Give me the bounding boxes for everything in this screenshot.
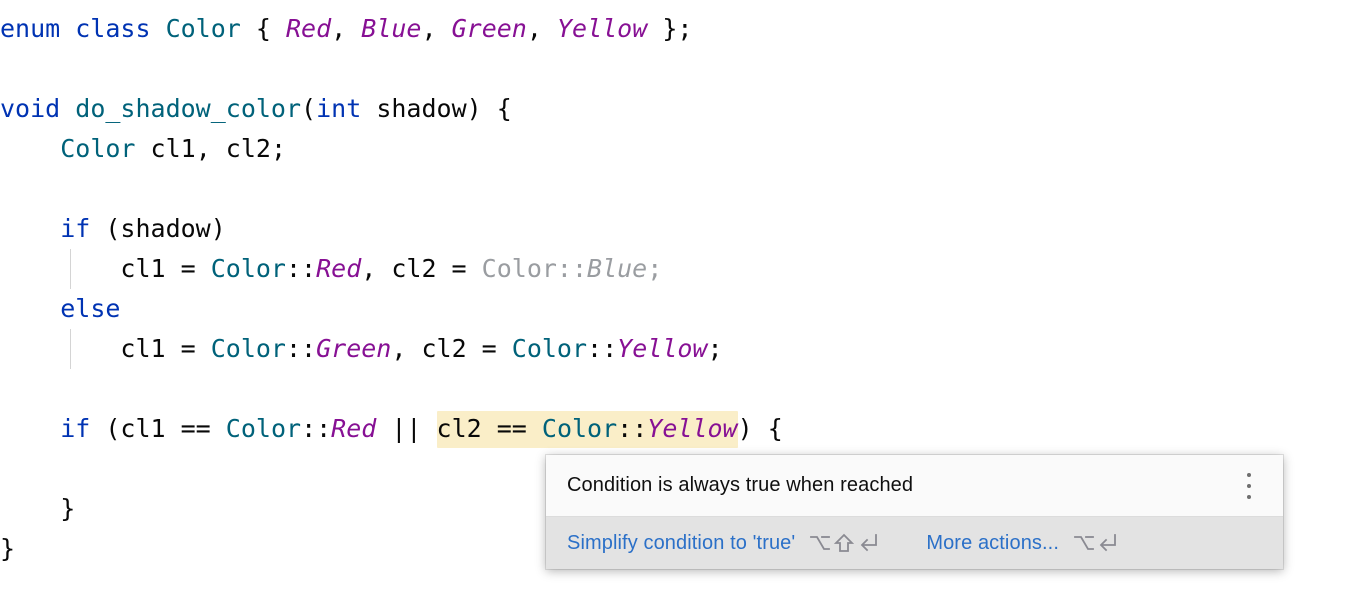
token-enum-blue: Blue — [361, 14, 422, 43]
token-keyword: enum class — [0, 14, 166, 43]
token-plain: (shadow) — [90, 214, 226, 243]
action-more-actions-shortcut — [1073, 532, 1118, 554]
token-type: Color — [541, 414, 618, 443]
token-scope-operator: :: — [285, 334, 317, 363]
inspection-highlight-range[interactable]: cl2 == Color::Yellow — [436, 411, 738, 448]
action-simplify-condition-label: Simplify condition to 'true' — [567, 531, 796, 554]
action-more-actions[interactable]: More actions... — [926, 532, 1118, 555]
token-enum-red: Red — [286, 14, 332, 43]
action-simplify-condition[interactable]: Simplify condition to 'true' — [567, 532, 879, 555]
token-function-name: do_shadow_color — [75, 94, 302, 123]
inspection-message: Condition is always true when reached — [567, 474, 914, 496]
shift-key-icon — [834, 533, 855, 552]
token-keyword-int: int — [316, 94, 362, 123]
token-scope-operator: :: — [587, 334, 618, 363]
token-dimmed-plain: ; — [647, 254, 663, 283]
token-plain: , cl2 = — [391, 334, 512, 363]
code-line-6[interactable]: if (shadow) — [0, 209, 226, 249]
more-options-vertical-icon[interactable] — [1239, 471, 1259, 501]
code-line-11[interactable]: if (cl1 == Color::Red || cl2 == Color::Y… — [0, 409, 783, 449]
token-plain: }; — [647, 14, 693, 43]
token-type: Color — [210, 254, 286, 283]
inspection-popup-actions: Simplify condition to 'true' More action… — [546, 517, 1283, 569]
token-plain: cl1, cl2; — [135, 134, 286, 163]
token-type: Color — [60, 134, 136, 163]
token-dimmed-enum-blue: Blue — [587, 254, 648, 283]
token-type: Color — [511, 334, 588, 363]
token-scope-operator: :: — [301, 414, 332, 443]
code-line-4[interactable]: Color cl1, cl2; — [0, 129, 286, 169]
token-enum-green: Green — [316, 334, 392, 363]
token-keyword-void: void — [0, 94, 76, 123]
token-enum-green: Green — [451, 14, 527, 43]
option-key-icon — [1074, 536, 1094, 550]
action-more-actions-label: More actions... — [926, 531, 1059, 554]
kebab-dot — [1247, 483, 1251, 488]
token-enum-red: Red — [316, 254, 362, 283]
token-plain: , cl2 = — [361, 254, 482, 283]
token-plain: (cl1 == — [90, 414, 226, 443]
code-line-1[interactable]: enum class Color { Red, Blue, Green, Yel… — [0, 9, 692, 49]
token-closing-brace-outer: } — [0, 534, 16, 563]
token-type: Color — [165, 14, 241, 43]
enter-key-icon — [861, 534, 878, 552]
token-logical-or: || — [376, 414, 437, 443]
kebab-dot — [1247, 494, 1251, 499]
action-simplify-condition-shortcut — [809, 532, 879, 554]
token-plain: , — [526, 14, 557, 43]
token-plain: shadow) { — [361, 94, 512, 123]
token-keyword-if: if — [60, 214, 91, 243]
token-plain: ) { — [737, 414, 783, 443]
token-plain: , — [331, 14, 362, 43]
token-closing-brace-inner: } — [0, 494, 76, 523]
token-plain: cl1 = — [0, 254, 211, 283]
token-enum-yellow: Yellow — [556, 14, 648, 43]
token-scope-operator: :: — [285, 254, 317, 283]
kebab-dot — [1247, 472, 1251, 477]
code-line-3[interactable]: void do_shadow_color(int shadow) { — [0, 89, 512, 129]
code-line-9[interactable]: cl1 = Color::Green, cl2 = Color::Yellow; — [0, 329, 723, 369]
token-plain: , — [421, 14, 452, 43]
code-line-14[interactable]: } — [0, 529, 15, 569]
token-keyword-else: else — [60, 294, 121, 323]
token-plain: ( — [301, 94, 317, 123]
token-type: Color — [225, 414, 302, 443]
token-enum-red: Red — [331, 414, 377, 443]
token-scope-operator: :: — [617, 414, 648, 443]
inspection-popup[interactable]: Condition is always true when reached Si… — [546, 455, 1283, 569]
token-plain: cl1 = — [0, 334, 211, 363]
enter-key-icon — [1099, 534, 1116, 552]
token-plain: ; — [707, 334, 723, 363]
token-plain: cl2 == — [436, 414, 542, 443]
token-enum-yellow: Yellow — [617, 334, 708, 363]
code-line-13[interactable]: } — [0, 489, 75, 529]
inspection-popup-body: Condition is always true when reached — [546, 455, 1283, 517]
option-key-icon — [810, 536, 831, 550]
token-keyword-if: if — [60, 414, 91, 443]
token-plain: { — [240, 14, 286, 43]
code-line-8[interactable]: else — [0, 289, 120, 329]
token-dimmed-type: Color:: — [481, 254, 588, 283]
token-type: Color — [210, 334, 286, 363]
code-line-7[interactable]: cl1 = Color::Red, cl2 = Color::Blue; — [0, 249, 662, 289]
token-enum-yellow: Yellow — [647, 414, 738, 443]
